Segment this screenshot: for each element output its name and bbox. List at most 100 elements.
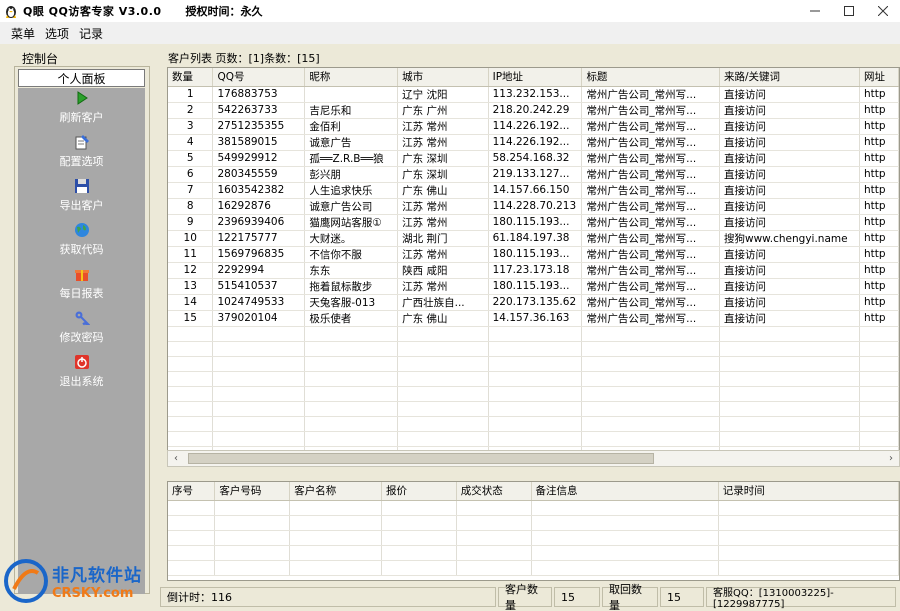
column-header[interactable]: 来路/关键词 [719,68,861,87]
table-row[interactable]: 6 280345559 彭兴朋 广东 深圳 219.133.127... 常州广告公司_常… [168,166,899,183]
close-button[interactable] [866,0,900,22]
table-cell: 381589015 [212,134,306,151]
table-cell: 直接访问 [719,102,861,119]
table-cell: 广东 广州 [397,102,489,119]
table-cell: 常州广告公司_常州写... [581,278,720,295]
table-cell: 4 [168,134,214,151]
table-cell: 大财迷。 [304,230,399,247]
table-cell: 114.226.192... [488,118,583,135]
table-cell: 9 [168,214,214,231]
empty-cell [168,371,214,387]
table-row[interactable]: 10 122175777 大财迷。 湖北 荆门 61.184.197.38 常州广告公司_… [168,230,899,247]
column-header[interactable]: 成交状态 [456,482,532,501]
scrollbar-thumb[interactable] [188,453,654,464]
table-cell [304,86,399,103]
empty-cell [289,530,382,546]
customer-list-caption: 客户列表 页数：[1]条数：[15] [168,52,320,65]
table-row[interactable]: 9 2396939406 猫鹰网站客服① 江苏 常州 180.115.193... 常州广… [168,214,899,231]
table-row[interactable]: 4 381589015 诚意广告 江苏 常州 114.226.192... 常州广告公司_… [168,134,899,151]
empty-cell [304,371,399,387]
empty-cell [488,356,583,372]
table-row[interactable]: 5 549929912 孤══Z.R.B══狼 广东 深圳 58.254.168.32 常… [168,150,899,167]
table-cell: 江苏 常州 [397,246,489,263]
table-cell: 直接访问 [719,86,861,103]
horizontal-scrollbar[interactable]: ‹ › [167,450,900,467]
empty-cell [212,416,306,432]
column-header[interactable]: 序号 [168,482,216,501]
empty-cell [214,560,291,576]
empty-cell [718,500,899,516]
empty-cell [488,416,583,432]
empty-cell [212,371,306,387]
table-row[interactable]: 12 2292994 东东 陕西 咸阳 117.23.173.18 常州广告公司_常州写.… [168,262,899,279]
table-row[interactable]: 8 16292876 诚意广告公司 江苏 常州 114.228.70.213 常州广告公司… [168,198,899,215]
customer-count-label: 客户数量 [505,583,538,611]
nav-export-customers[interactable]: 导出客户 [18,178,145,218]
column-header[interactable]: 记录时间 [718,482,899,501]
table-cell: 180.115.193... [488,214,583,231]
watermark-cn: 非凡软件站 [52,565,142,586]
empty-cell [168,560,216,576]
empty-cell [718,560,899,576]
nav-label: 导出客户 [59,199,104,212]
nav-label: 刷新客户 [59,111,104,124]
column-header[interactable]: QQ号 [212,68,306,87]
nav-get-code[interactable]: 获取代码 [18,222,145,262]
empty-row [168,530,899,546]
column-header[interactable]: 昵称 [304,68,399,87]
scroll-left-icon[interactable]: ‹ [168,451,184,466]
column-header[interactable]: 城市 [397,68,489,87]
menu-options[interactable]: 选项 [40,25,74,42]
empty-cell [289,515,382,531]
personal-panel-header[interactable]: 个人面板 [18,69,145,87]
nav-refresh-customers[interactable]: 刷新客户 [18,90,145,130]
empty-cell [397,431,489,447]
empty-cell [719,326,861,342]
nav-daily-report[interactable]: 每日报表 [18,266,145,306]
table-row[interactable]: 15 379020104 极乐使者 广东 佛山 14.157.36.163 常州广告公司_… [168,310,899,327]
empty-cell [212,431,306,447]
customer-count-label-cell: 客户数量 [498,583,552,611]
table-row[interactable]: 7 1603542382 人生追求快乐 广东 佛山 14.157.66.150 常州广告公… [168,182,899,199]
nav-change-password[interactable]: 修改密码 [18,310,145,350]
column-header[interactable]: 网址 [859,68,899,87]
column-header[interactable]: 标题 [581,68,720,87]
table-cell: 江苏 常州 [397,134,489,151]
nav-config-options[interactable]: 配置选项 [18,134,145,174]
menu-records[interactable]: 记录 [74,25,108,42]
column-header[interactable]: 报价 [381,482,457,501]
table-row[interactable]: 1 176883753 辽宁 沈阳 113.232.153... 常州广告公司_常州写.… [168,86,899,103]
records-table-container[interactable]: 序号 客户号码 客户名称 报价 成交状态 备注信息 记录时间 [167,481,900,581]
empty-cell [214,515,291,531]
table-row[interactable]: 11 1569796835 不信你不服 江苏 常州 180.115.193... 常州广告… [168,246,899,263]
column-header[interactable]: 数量 [168,68,214,87]
scroll-right-icon[interactable]: › [883,451,899,466]
empty-cell [397,371,489,387]
table-cell: 218.20.242.29 [488,102,583,119]
table-row[interactable]: 14 1024749533 天兔客服-013 广西壮族自... 220.173.135.… [168,294,899,311]
table-row[interactable]: 13 515410537 拖着鼠标散步 江苏 常州 180.115.193... 常州广告… [168,278,899,295]
minimize-button[interactable] [798,0,832,22]
empty-cell [304,356,399,372]
empty-cell [214,500,291,516]
table-cell: 220.173.135.62 [488,294,583,311]
column-header[interactable]: 客户号码 [214,482,291,501]
play-arrow-icon [77,91,88,105]
empty-cell [304,401,399,417]
empty-cell [859,431,899,447]
maximize-button[interactable] [832,0,866,22]
nav-exit-system[interactable]: 退出系统 [18,354,145,394]
table-row[interactable]: 2 542263733 吉尼乐和 广东 广州 218.20.242.29 常州广告公司_常… [168,102,899,119]
table-cell: 114.226.192... [488,134,583,151]
column-header[interactable]: IP地址 [488,68,583,87]
empty-cell [168,356,214,372]
empty-cell [397,386,489,402]
column-header[interactable]: 备注信息 [531,482,719,501]
column-header[interactable]: 客户名称 [289,482,382,501]
customer-table-container[interactable]: 数量 QQ号 昵称 城市 IP地址 标题 来路/关键词 网址 1 17688375… [167,67,900,467]
empty-cell [212,341,306,357]
table-cell: 常州广告公司_常州写... [581,246,720,263]
menu-main[interactable]: 菜单 [6,25,40,42]
table-cell: 515410537 [212,278,306,295]
table-row[interactable]: 3 2751235355 金佰利 江苏 常州 114.226.192... 常州广告公司_… [168,118,899,135]
